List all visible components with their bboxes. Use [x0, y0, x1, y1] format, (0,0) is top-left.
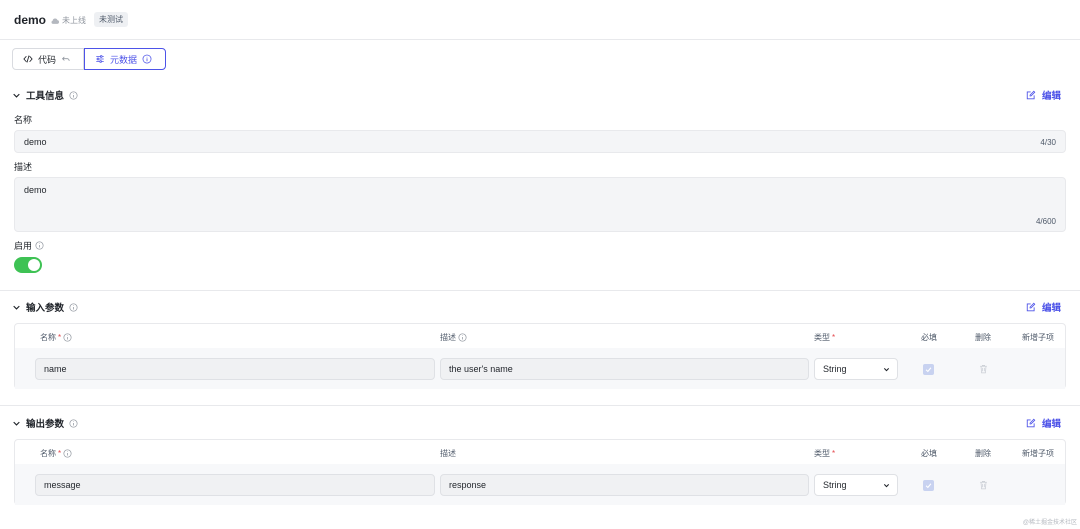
- description-label: 描述: [14, 162, 33, 172]
- name-char-count: 4/30: [1040, 138, 1056, 147]
- view-tabs: 代码 元数据: [12, 48, 166, 70]
- param-type-value: String: [823, 364, 847, 374]
- column-description: 描述: [440, 449, 456, 458]
- edit-label: 编辑: [1041, 419, 1061, 430]
- name-field[interactable]: demo 4/30: [14, 130, 1066, 153]
- sliders-icon: [96, 55, 104, 63]
- enable-label: 启用: [14, 239, 44, 252]
- edit-icon: [1026, 302, 1036, 312]
- tool-title: demo: [14, 13, 47, 27]
- required-checkbox[interactable]: [923, 364, 934, 375]
- input-params-table: 名称 * 描述 类型 * 必填 删除 新增子项 name the user's na…: [14, 323, 1066, 389]
- section-divider: [0, 290, 1080, 291]
- description-field[interactable]: demo 4/600: [14, 177, 1066, 232]
- column-required: 必填: [921, 449, 937, 458]
- output-params-section-header[interactable]: 输出参数: [12, 416, 78, 430]
- table-header: 名称 * 描述 类型 * 必填 删除 新增子项: [15, 324, 1065, 348]
- param-name-input[interactable]: message: [35, 474, 435, 496]
- toggle-knob: [28, 259, 40, 271]
- column-description-label: 描述: [440, 333, 456, 342]
- output-params-title: 输出参数: [26, 419, 65, 430]
- check-icon: [925, 367, 932, 373]
- test-status-badge: 未测试: [94, 12, 128, 27]
- section-divider: [0, 405, 1080, 406]
- input-params-section-header[interactable]: 输入参数: [12, 300, 78, 314]
- tab-code[interactable]: 代码: [12, 48, 84, 70]
- column-required: 必填: [921, 333, 937, 342]
- page-header: demo 未上线 未测试: [0, 0, 1080, 40]
- info-icon: [35, 241, 44, 250]
- tool-info-section-header[interactable]: 工具信息: [12, 88, 78, 102]
- info-icon: [69, 419, 78, 427]
- column-delete: 删除: [975, 333, 991, 342]
- watermark: @稀土掘金技术社区: [1022, 520, 1077, 526]
- edit-label: 编辑: [1041, 91, 1061, 102]
- name-field-value: demo: [24, 137, 47, 147]
- enable-toggle[interactable]: [14, 257, 42, 273]
- required-checkbox[interactable]: [923, 480, 934, 491]
- column-type: 类型 *: [814, 332, 835, 343]
- tab-code-label: 代码: [38, 54, 57, 65]
- description-char-count: 4/600: [1035, 217, 1056, 226]
- required-marker: *: [832, 333, 836, 342]
- chevron-down-icon: [13, 305, 20, 310]
- description-field-value: demo: [24, 185, 47, 195]
- chevron-down-icon: [883, 484, 890, 488]
- param-description-input[interactable]: the user's name: [440, 358, 809, 380]
- required-marker: *: [58, 449, 62, 458]
- cloud-icon: [51, 18, 60, 24]
- column-description: 描述: [440, 332, 467, 343]
- tab-metadata[interactable]: 元数据: [84, 48, 166, 70]
- tool-info-edit-button[interactable]: 编辑: [1026, 88, 1061, 102]
- column-add-child: 新增子项: [1022, 449, 1054, 458]
- param-type-value: String: [823, 480, 847, 490]
- column-name: 名称 *: [40, 332, 72, 343]
- input-params-title: 输入参数: [26, 303, 65, 314]
- table-row: name the user's name String: [15, 348, 1065, 389]
- name-label: 名称: [14, 115, 33, 125]
- output-params-edit-button[interactable]: 编辑: [1026, 416, 1061, 430]
- info-icon: [458, 333, 467, 342]
- input-params-edit-button[interactable]: 编辑: [1026, 300, 1061, 314]
- column-name-label: 名称: [40, 333, 56, 342]
- chevron-down-icon: [13, 421, 20, 426]
- column-name: 名称 *: [40, 448, 72, 459]
- column-type-label: 类型: [814, 333, 830, 342]
- info-icon: [63, 333, 72, 342]
- column-add-child: 新增子项: [1022, 333, 1054, 342]
- info-icon: [142, 54, 152, 64]
- param-type-select[interactable]: String: [814, 474, 898, 496]
- trash-icon[interactable]: [979, 480, 988, 490]
- column-type-label: 类型: [814, 449, 830, 458]
- return-icon: [62, 56, 70, 61]
- info-icon: [63, 449, 72, 458]
- info-icon: [69, 303, 78, 311]
- chevron-down-icon: [883, 368, 890, 372]
- column-name-label: 名称: [40, 449, 56, 458]
- edit-icon: [1026, 418, 1036, 428]
- check-icon: [925, 483, 932, 489]
- param-description-input[interactable]: response: [440, 474, 809, 496]
- edit-label: 编辑: [1041, 303, 1061, 314]
- table-row: message response String: [15, 464, 1065, 505]
- tab-metadata-label: 元数据: [110, 54, 138, 65]
- status-text: 未上线: [62, 16, 86, 25]
- required-marker: *: [832, 449, 836, 458]
- info-icon: [69, 91, 78, 99]
- required-marker: *: [58, 333, 62, 342]
- code-icon: [23, 55, 33, 63]
- table-header: 名称 * 描述 类型 * 必填 删除 新增子项: [15, 440, 1065, 464]
- column-type: 类型 *: [814, 448, 835, 459]
- edit-icon: [1026, 90, 1036, 100]
- tool-info-title: 工具信息: [26, 91, 65, 102]
- column-delete: 删除: [975, 449, 991, 458]
- trash-icon[interactable]: [979, 364, 988, 374]
- param-name-input[interactable]: name: [35, 358, 435, 380]
- enable-label-text: 启用: [14, 241, 33, 251]
- param-type-select[interactable]: String: [814, 358, 898, 380]
- chevron-down-icon: [13, 93, 20, 98]
- output-params-table: 名称 * 描述 类型 * 必填 删除 新增子项 message response S…: [14, 439, 1066, 505]
- publish-status: 未上线: [50, 15, 86, 26]
